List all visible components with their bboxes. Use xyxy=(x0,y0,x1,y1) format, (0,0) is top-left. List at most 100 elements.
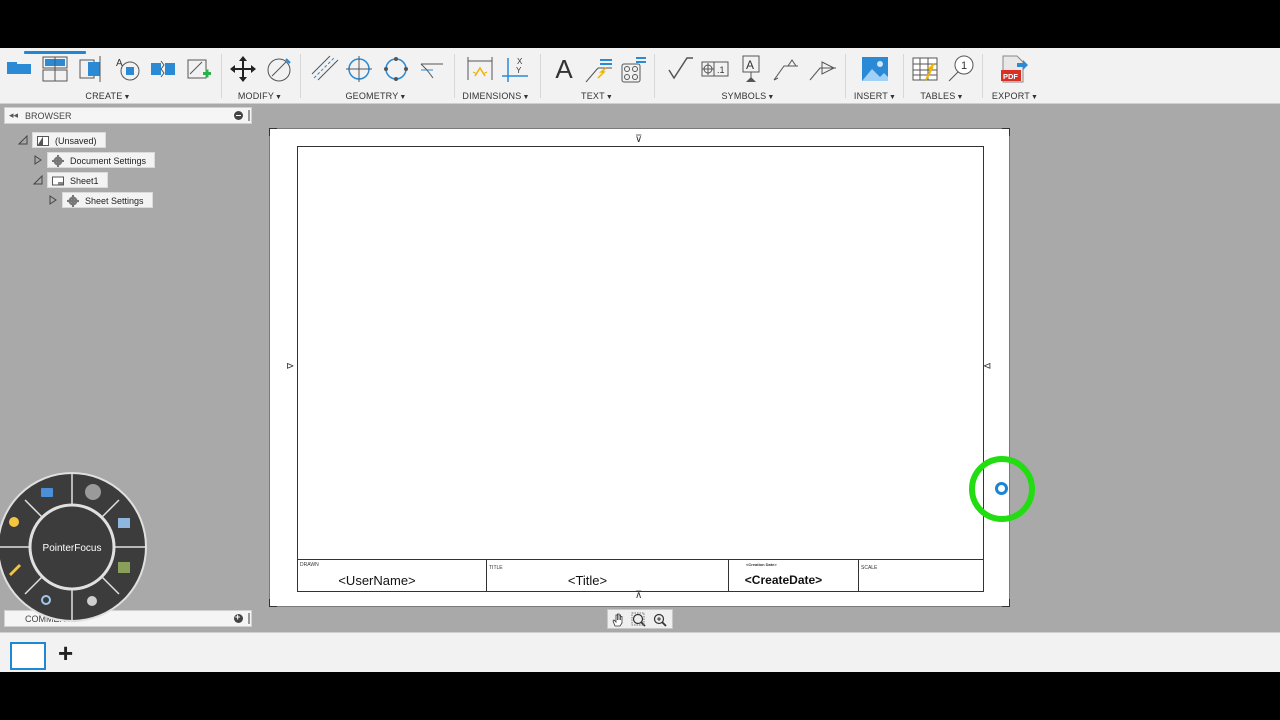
text-group: A TEXT▼ xyxy=(544,48,650,104)
zoom-icon[interactable] xyxy=(652,612,668,628)
sheet-thumbnail[interactable] xyxy=(10,642,46,670)
light-bulb-icon[interactable] xyxy=(9,517,19,527)
window-icon[interactable] xyxy=(41,488,53,497)
browser-title: BROWSER xyxy=(25,111,72,121)
projected-view-icon[interactable] xyxy=(40,54,70,84)
weld-symbol-icon[interactable] xyxy=(772,54,802,84)
dimensions-dropdown-icon[interactable]: ▼ xyxy=(522,94,529,101)
leader-icon[interactable] xyxy=(584,54,614,84)
dimensions-group: XY DIMENSIONS▼ xyxy=(458,48,534,104)
browser-panel-header[interactable]: ◂◂ BROWSER xyxy=(4,107,252,124)
surface-texture-icon[interactable] xyxy=(665,54,695,84)
minimize-panel-icon[interactable] xyxy=(234,111,243,120)
modify-group-label[interactable]: MODIFY xyxy=(238,91,274,101)
mouse-cursor xyxy=(995,482,1008,495)
symbols-group-label[interactable]: SYMBOLS xyxy=(721,91,766,101)
sheet-corner-mark xyxy=(269,599,277,607)
text-icon[interactable]: A xyxy=(549,54,579,84)
modify-dropdown-icon[interactable]: ▼ xyxy=(275,94,282,101)
tables-group: 1 TABLES▼ xyxy=(906,48,978,104)
toolbar-divider xyxy=(982,54,983,98)
sheet-tabs-bar: + xyxy=(0,632,1280,672)
section-view-icon[interactable] xyxy=(76,54,106,84)
insert-group-label[interactable]: INSERT xyxy=(854,91,888,101)
pdf-export-icon[interactable]: PDF xyxy=(999,54,1029,84)
symbols-dropdown-icon[interactable]: ▼ xyxy=(767,94,774,101)
text-dropdown-icon[interactable]: ▼ xyxy=(606,94,613,101)
table-icon[interactable] xyxy=(910,54,940,84)
sheet-corner-mark xyxy=(1002,599,1010,607)
sketch-view-icon[interactable] xyxy=(184,54,214,84)
drawn-label: DRAWN xyxy=(300,562,319,568)
zoom-window-icon[interactable] xyxy=(631,612,647,628)
panel-grip-icon[interactable] xyxy=(248,110,250,121)
settings-gear-icon[interactable] xyxy=(87,596,97,606)
export-dropdown-icon[interactable]: ▼ xyxy=(1031,94,1038,101)
screen-icon[interactable] xyxy=(118,518,130,528)
base-view-icon[interactable] xyxy=(4,54,34,84)
datum-identifier-icon[interactable]: A xyxy=(736,54,766,84)
balloon-number-icon[interactable]: 1 xyxy=(946,54,976,84)
sheet-corner-mark xyxy=(1002,128,1010,136)
detail-view-icon[interactable]: A xyxy=(112,54,142,84)
move-icon[interactable] xyxy=(228,54,258,84)
geometry-group-label[interactable]: GEOMETRY xyxy=(345,91,398,101)
tables-group-label[interactable]: TABLES xyxy=(920,91,955,101)
exit-icon[interactable] xyxy=(118,562,130,573)
toolbar-divider xyxy=(654,54,655,98)
toolbar-divider xyxy=(845,54,846,98)
export-group-label[interactable]: EXPORT xyxy=(992,91,1030,101)
title-block-title-cell[interactable]: TITLE <Title> xyxy=(487,560,729,592)
balloon-number: 1 xyxy=(961,60,967,72)
sheet-icon xyxy=(52,176,64,186)
toolbar-divider xyxy=(903,54,904,98)
dimension-icon[interactable] xyxy=(465,54,495,84)
geometry-dropdown-icon[interactable]: ▼ xyxy=(399,94,406,101)
expand-open-icon[interactable] xyxy=(18,135,28,145)
drawing-sheet[interactable]: ⊽ ⊼ ⊳ ⊲ DRAWN <UserName> TITLE <Title> <… xyxy=(269,128,1010,607)
expand-closed-icon[interactable] xyxy=(48,195,58,205)
expand-open-icon[interactable] xyxy=(33,175,43,185)
create-dropdown-icon[interactable]: ▼ xyxy=(123,94,130,101)
title-block-date-cell[interactable]: <Creation Date> <CreateDate> xyxy=(729,560,859,592)
centerline-icon[interactable] xyxy=(310,54,340,84)
rotate-icon[interactable] xyxy=(264,54,294,84)
panel-grip-icon[interactable] xyxy=(248,613,250,624)
break-view-icon[interactable] xyxy=(148,54,178,84)
collapse-panel-icon[interactable]: ◂◂ xyxy=(9,110,18,121)
center-marker-left-icon: ⊳ xyxy=(286,361,295,372)
gear-icon xyxy=(67,195,79,207)
center-marker-bottom-icon: ⊼ xyxy=(635,590,643,601)
export-group: PDF EXPORT▼ xyxy=(986,48,1044,104)
edge-extension-icon[interactable] xyxy=(417,54,447,84)
feature-control-frame-icon[interactable]: .1 xyxy=(700,54,730,84)
title-block: DRAWN <UserName> TITLE <Title> <Creation… xyxy=(298,559,983,592)
tree-item-label: Document Settings xyxy=(70,156,147,166)
title-block-scale-cell[interactable]: SCALE xyxy=(859,560,983,592)
pdf-badge: PDF xyxy=(1003,72,1018,81)
tables-dropdown-icon[interactable]: ▼ xyxy=(956,94,963,101)
add-sheet-icon[interactable]: + xyxy=(58,638,73,668)
dimensions-group-label[interactable]: DIMENSIONS xyxy=(462,91,521,101)
title-value: <Title> xyxy=(567,573,608,588)
pan-hand-icon[interactable] xyxy=(610,612,626,628)
add-comment-icon[interactable] xyxy=(234,612,243,623)
insert-dropdown-icon[interactable]: ▼ xyxy=(889,94,896,101)
svg-text:X: X xyxy=(517,57,523,66)
center-marker-top-icon: ⊽ xyxy=(635,134,643,145)
create-group-label[interactable]: CREATE xyxy=(85,91,122,101)
text-group-label[interactable]: TEXT xyxy=(581,91,605,101)
taper-slope-icon[interactable] xyxy=(808,54,838,84)
insert-image-icon[interactable] xyxy=(860,54,890,84)
gear-icon xyxy=(52,155,64,167)
center-mark-pattern-icon[interactable] xyxy=(381,54,411,84)
pointerfocus-label[interactable]: PointerFocus xyxy=(43,543,102,554)
svg-text:A: A xyxy=(116,58,123,69)
center-mark-icon[interactable] xyxy=(344,54,374,84)
balloon-icon[interactable] xyxy=(618,54,648,84)
eraser-icon[interactable] xyxy=(85,484,101,500)
expand-closed-icon[interactable] xyxy=(33,155,43,165)
drawing-border: DRAWN <UserName> TITLE <Title> <Creation… xyxy=(297,146,984,592)
geometry-group: GEOMETRY▼ xyxy=(304,48,448,104)
ordinate-dimension-icon[interactable]: XY xyxy=(500,54,530,84)
